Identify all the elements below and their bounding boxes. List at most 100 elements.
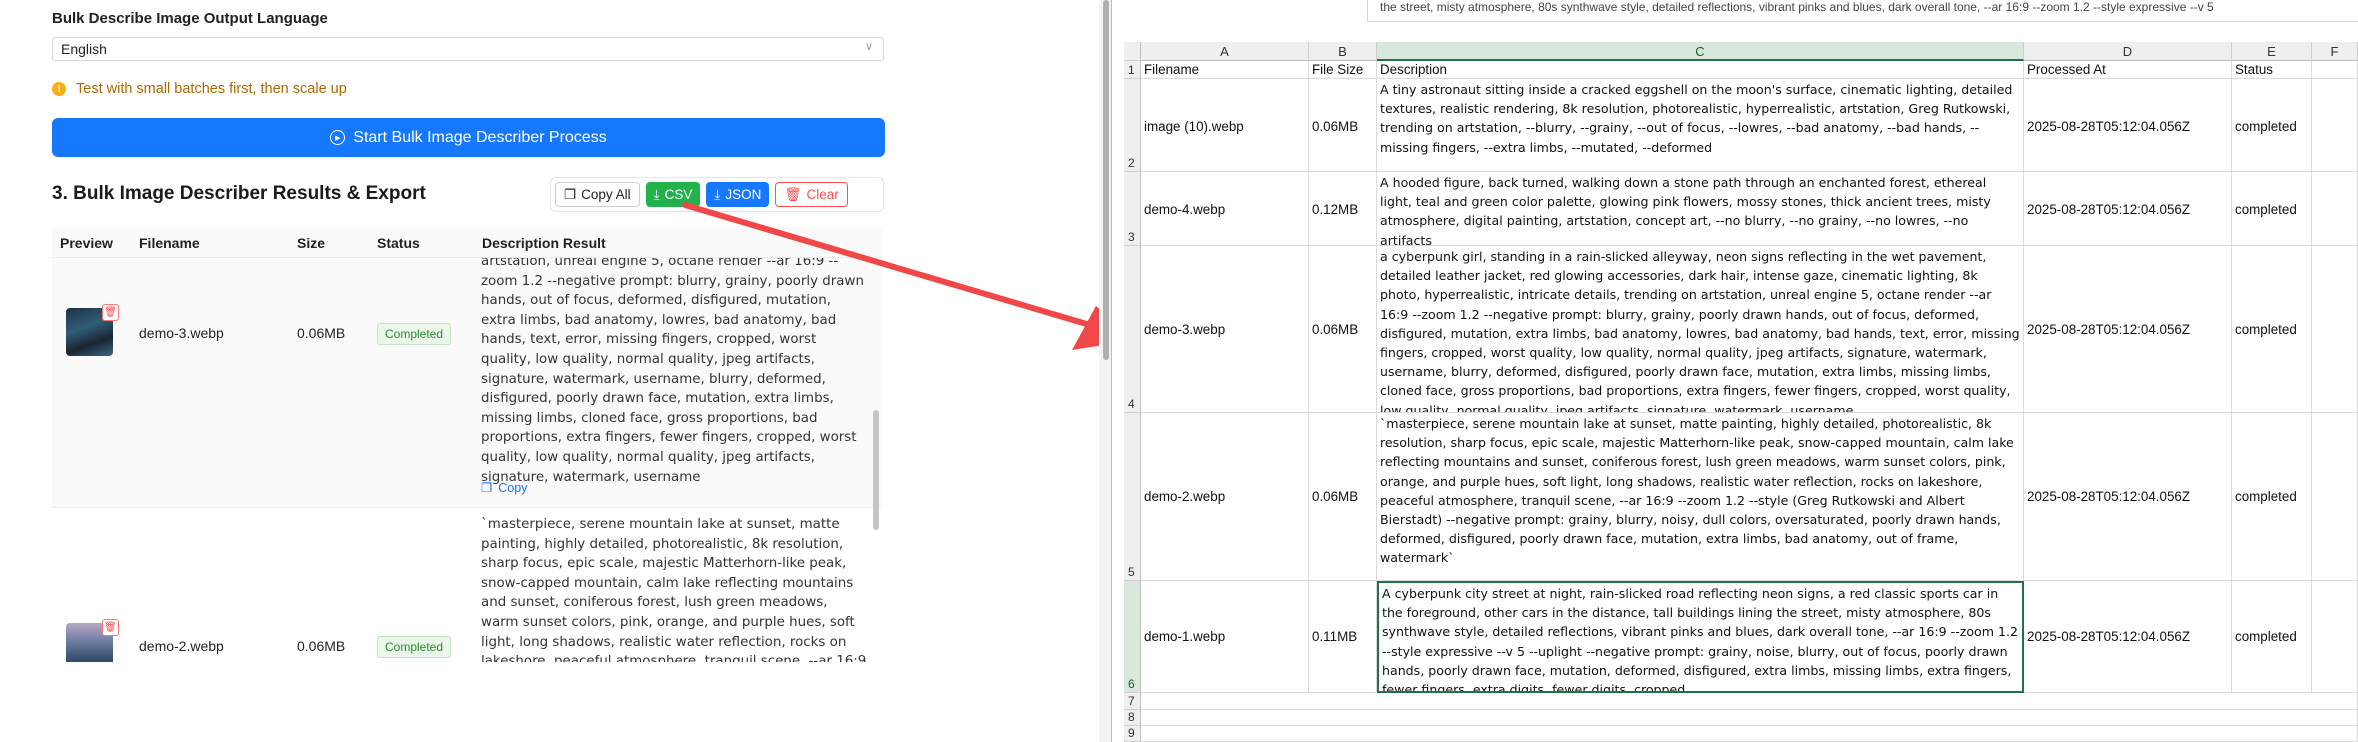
column-header-a[interactable]: A xyxy=(1141,42,1309,61)
cell-text: completed xyxy=(2235,119,2297,134)
cell-e2[interactable]: completed xyxy=(2232,79,2312,172)
cell-a6[interactable]: demo-1.webp xyxy=(1141,581,1309,693)
cell-f5[interactable] xyxy=(2312,413,2358,581)
bulk-describer-app: Bulk Describe Image Output Language Engl… xyxy=(0,0,1110,742)
copy-icon: ❐ xyxy=(481,481,493,495)
select-all-corner[interactable] xyxy=(1124,42,1141,61)
play-circle-icon: ▶ xyxy=(330,130,346,145)
row-header[interactable]: 9 xyxy=(1124,726,1141,742)
cell-text: demo-2.webp xyxy=(1144,489,1226,504)
cell-e1[interactable]: Status xyxy=(2232,61,2312,79)
row-header[interactable]: 7 xyxy=(1124,693,1141,710)
row-header[interactable]: 3 xyxy=(1124,172,1141,246)
cell-c1[interactable]: Description xyxy=(1377,61,2024,79)
column-header-d[interactable]: D xyxy=(2024,42,2232,61)
row-number: 4 xyxy=(1128,397,1135,411)
cell-a4[interactable]: demo-3.webp xyxy=(1141,246,1309,413)
cell-b2[interactable]: 0.06MB xyxy=(1309,79,1377,172)
cell-f1[interactable] xyxy=(2312,61,2358,79)
cell-d6[interactable]: 2025-08-28T05:12:04.056Z xyxy=(2024,581,2232,693)
col-size: Size xyxy=(297,235,326,251)
formula-bar[interactable]: the street, misty atmosphere, 80s synthw… xyxy=(1367,0,2358,22)
column-header-e[interactable]: E xyxy=(2232,42,2312,61)
cell-text: 0.12MB xyxy=(1312,202,1359,217)
cell-a1[interactable]: Filename xyxy=(1141,61,1309,79)
row-header[interactable]: 1 xyxy=(1124,61,1141,79)
cell-b1[interactable]: File Size xyxy=(1309,61,1377,79)
row-filename: demo-2.webp xyxy=(139,638,224,654)
download-icon: ⤓ xyxy=(653,186,660,202)
status-badge: Completed xyxy=(377,636,452,658)
language-select[interactable]: English ∨ xyxy=(52,37,884,61)
empty-row-8[interactable] xyxy=(1141,710,2358,726)
cell-b5[interactable]: 0.06MB xyxy=(1309,413,1377,581)
cell-text: 2025-08-28T05:12:04.056Z xyxy=(2027,489,2191,504)
cell-b4[interactable]: 0.06MB xyxy=(1309,246,1377,413)
cell-d5[interactable]: 2025-08-28T05:12:04.056Z xyxy=(2024,413,2232,581)
copy-all-button[interactable]: ❐ Copy All xyxy=(555,182,640,207)
cell-text: 2025-08-28T05:12:04.056Z xyxy=(2027,322,2191,337)
cell-b6[interactable]: 0.11MB xyxy=(1309,581,1377,693)
cell-text: demo-4.webp xyxy=(1144,202,1226,217)
col-preview: Preview xyxy=(60,235,113,251)
cell-e4[interactable]: completed xyxy=(2232,246,2312,413)
delete-icon[interactable]: 🗑 xyxy=(102,304,119,321)
cell-e3[interactable]: completed xyxy=(2232,172,2312,246)
row-header[interactable]: 2 xyxy=(1124,79,1141,172)
row-header[interactable]: 5 xyxy=(1124,413,1141,581)
cell-d3[interactable]: 2025-08-28T05:12:04.056Z xyxy=(2024,172,2232,246)
cell-c4[interactable]: a cyberpunk girl, standing in a rain-sli… xyxy=(1377,246,2024,413)
row-header[interactable]: 8 xyxy=(1124,710,1141,726)
cell-f4[interactable] xyxy=(2312,246,2358,413)
col-filename: Filename xyxy=(139,235,200,251)
cell-text: 2025-08-28T05:12:04.056Z xyxy=(2027,119,2191,134)
cell-a5[interactable]: demo-2.webp xyxy=(1141,413,1309,581)
cell-f3[interactable] xyxy=(2312,172,2358,246)
row-size: 0.06MB xyxy=(297,325,346,341)
row-size: 0.06MB xyxy=(297,638,346,654)
cell-text: Processed At xyxy=(2027,62,2106,77)
cell-b3[interactable]: 0.12MB xyxy=(1309,172,1377,246)
row-header[interactable]: 4 xyxy=(1124,246,1141,413)
row-number: 7 xyxy=(1128,694,1135,708)
empty-row-9[interactable] xyxy=(1141,726,2358,742)
formula-bar-text: the street, misty atmosphere, 80s synthw… xyxy=(1380,0,2214,14)
info-icon: ! xyxy=(52,82,66,96)
cell-a3[interactable]: demo-4.webp xyxy=(1141,172,1309,246)
cell-c5[interactable]: `masterpiece, serene mountain lake at su… xyxy=(1377,413,2024,581)
copy-description-button[interactable]: ❐ Copy xyxy=(481,480,528,496)
row-header[interactable]: 6 xyxy=(1124,581,1141,693)
cell-f6[interactable] xyxy=(2312,581,2358,693)
cell-text: Status xyxy=(2235,62,2273,77)
cell-c3[interactable]: A hooded figure, back turned, walking do… xyxy=(1377,172,2024,246)
column-header-f[interactable]: F xyxy=(2312,42,2358,61)
column-header-c[interactable]: C xyxy=(1377,42,2024,61)
start-process-label: Start Bulk Image Describer Process xyxy=(353,128,607,146)
cell-text: demo-3.webp xyxy=(1144,322,1226,337)
table-scrollbar[interactable] xyxy=(873,410,879,530)
start-process-button[interactable]: ▶ Start Bulk Image Describer Process xyxy=(52,118,885,157)
cell-a2[interactable]: image (10).webp xyxy=(1141,79,1309,172)
batch-tip-text: Test with small batches first, then scal… xyxy=(76,81,347,97)
empty-row-7[interactable] xyxy=(1141,693,2358,710)
cell-text: 2025-08-28T05:12:04.056Z xyxy=(2027,629,2191,644)
copy-label: Copy xyxy=(498,480,528,495)
status-badge: Completed xyxy=(377,323,452,345)
cell-d1[interactable]: Processed At xyxy=(2024,61,2232,79)
cell-c6-selected[interactable]: A cyberpunk city street at night, rain-s… xyxy=(1377,581,2024,693)
cell-f2[interactable] xyxy=(2312,79,2358,172)
row-number: 5 xyxy=(1128,565,1135,579)
column-header-b[interactable]: B xyxy=(1309,42,1377,61)
cell-c2[interactable]: A tiny astronaut sitting inside a cracke… xyxy=(1377,79,2024,172)
window-scrollbar-thumb[interactable] xyxy=(1103,0,1109,360)
cell-text: Filename xyxy=(1144,62,1200,77)
language-selected-value: English xyxy=(61,41,107,57)
delete-icon[interactable]: 🗑 xyxy=(102,619,119,636)
row-number: 1 xyxy=(1128,63,1135,77)
cell-d4[interactable]: 2025-08-28T05:12:04.056Z xyxy=(2024,246,2232,413)
row-number: 6 xyxy=(1128,677,1135,691)
row-description: `masterpiece, serene mountain lake at su… xyxy=(481,517,867,662)
cell-e6[interactable]: completed xyxy=(2232,581,2312,693)
cell-e5[interactable]: completed xyxy=(2232,413,2312,581)
cell-d2[interactable]: 2025-08-28T05:12:04.056Z xyxy=(2024,79,2232,172)
